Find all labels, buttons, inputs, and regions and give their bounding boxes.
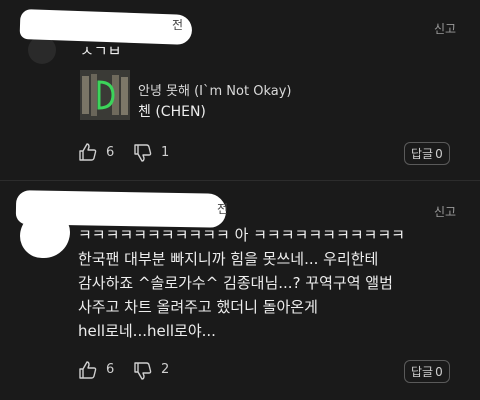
like-count: 6 xyxy=(106,362,115,377)
reply-count: 0 xyxy=(435,147,443,161)
like-button[interactable] xyxy=(78,142,98,162)
like-count: 6 xyxy=(106,145,115,160)
thumbs-down-icon xyxy=(134,362,152,380)
report-button[interactable]: 신고 xyxy=(434,203,456,220)
album-art-icon xyxy=(80,70,130,120)
dislike-count: 1 xyxy=(161,145,170,160)
thumbs-down-icon xyxy=(134,144,152,162)
comment-time: 전 xyxy=(172,18,184,32)
comment-time: 전 xyxy=(217,202,229,216)
comment-line: 감사하죠 ^솔로가수^ 김종대님...? 꾸역구역 앨범 xyxy=(78,274,393,292)
reply-label: 답글 xyxy=(411,147,434,161)
album-cover xyxy=(80,70,130,120)
comment-line: 한국팬 대부분 빠지니까 힘을 못쓰네... 우리한테 xyxy=(78,250,379,268)
music-title: 안녕 못해 (I`m Not Okay) xyxy=(138,84,292,99)
dislike-button[interactable] xyxy=(133,361,153,381)
avatar[interactable] xyxy=(28,36,56,64)
reply-button[interactable]: 답글 0 xyxy=(404,142,450,165)
comment-text-fragment: ㅅㄱㅂ xyxy=(80,42,122,60)
comment-line: 사주고 차트 올려주고 했더니 돌아온게 xyxy=(78,298,318,316)
thumbs-up-icon xyxy=(79,361,97,379)
dislike-button[interactable] xyxy=(133,143,153,163)
reply-button[interactable]: 답글 0 xyxy=(404,360,450,383)
dislike-count: 2 xyxy=(161,362,170,377)
comment-line: hell로네...hell로야... xyxy=(78,322,216,340)
report-button[interactable]: 신고 xyxy=(434,20,456,37)
thumbs-up-icon xyxy=(79,143,97,161)
comment-body: ㅋㅋㅋㅋㅋㅋㅋㅋㅋㅋㅋ 아 ㅋㅋㅋㅋㅋㅋㅋㅋㅋㅋㅋ 한국팬 대부분 빠지니까 힘… xyxy=(78,223,468,343)
reply-count: 0 xyxy=(435,365,443,379)
comment-divider xyxy=(0,180,480,181)
redacted-avatar xyxy=(20,212,70,258)
music-card[interactable]: 안녕 못해 (I`m Not Okay) 첸 (CHEN) xyxy=(80,70,400,126)
music-artist: 첸 (CHEN) xyxy=(138,104,206,120)
reply-label: 답글 xyxy=(411,365,434,379)
like-button[interactable] xyxy=(78,360,98,380)
comment-line: ㅋㅋㅋㅋㅋㅋㅋㅋㅋㅋㅋ 아 ㅋㅋㅋㅋㅋㅋㅋㅋㅋㅋㅋ xyxy=(78,226,405,244)
